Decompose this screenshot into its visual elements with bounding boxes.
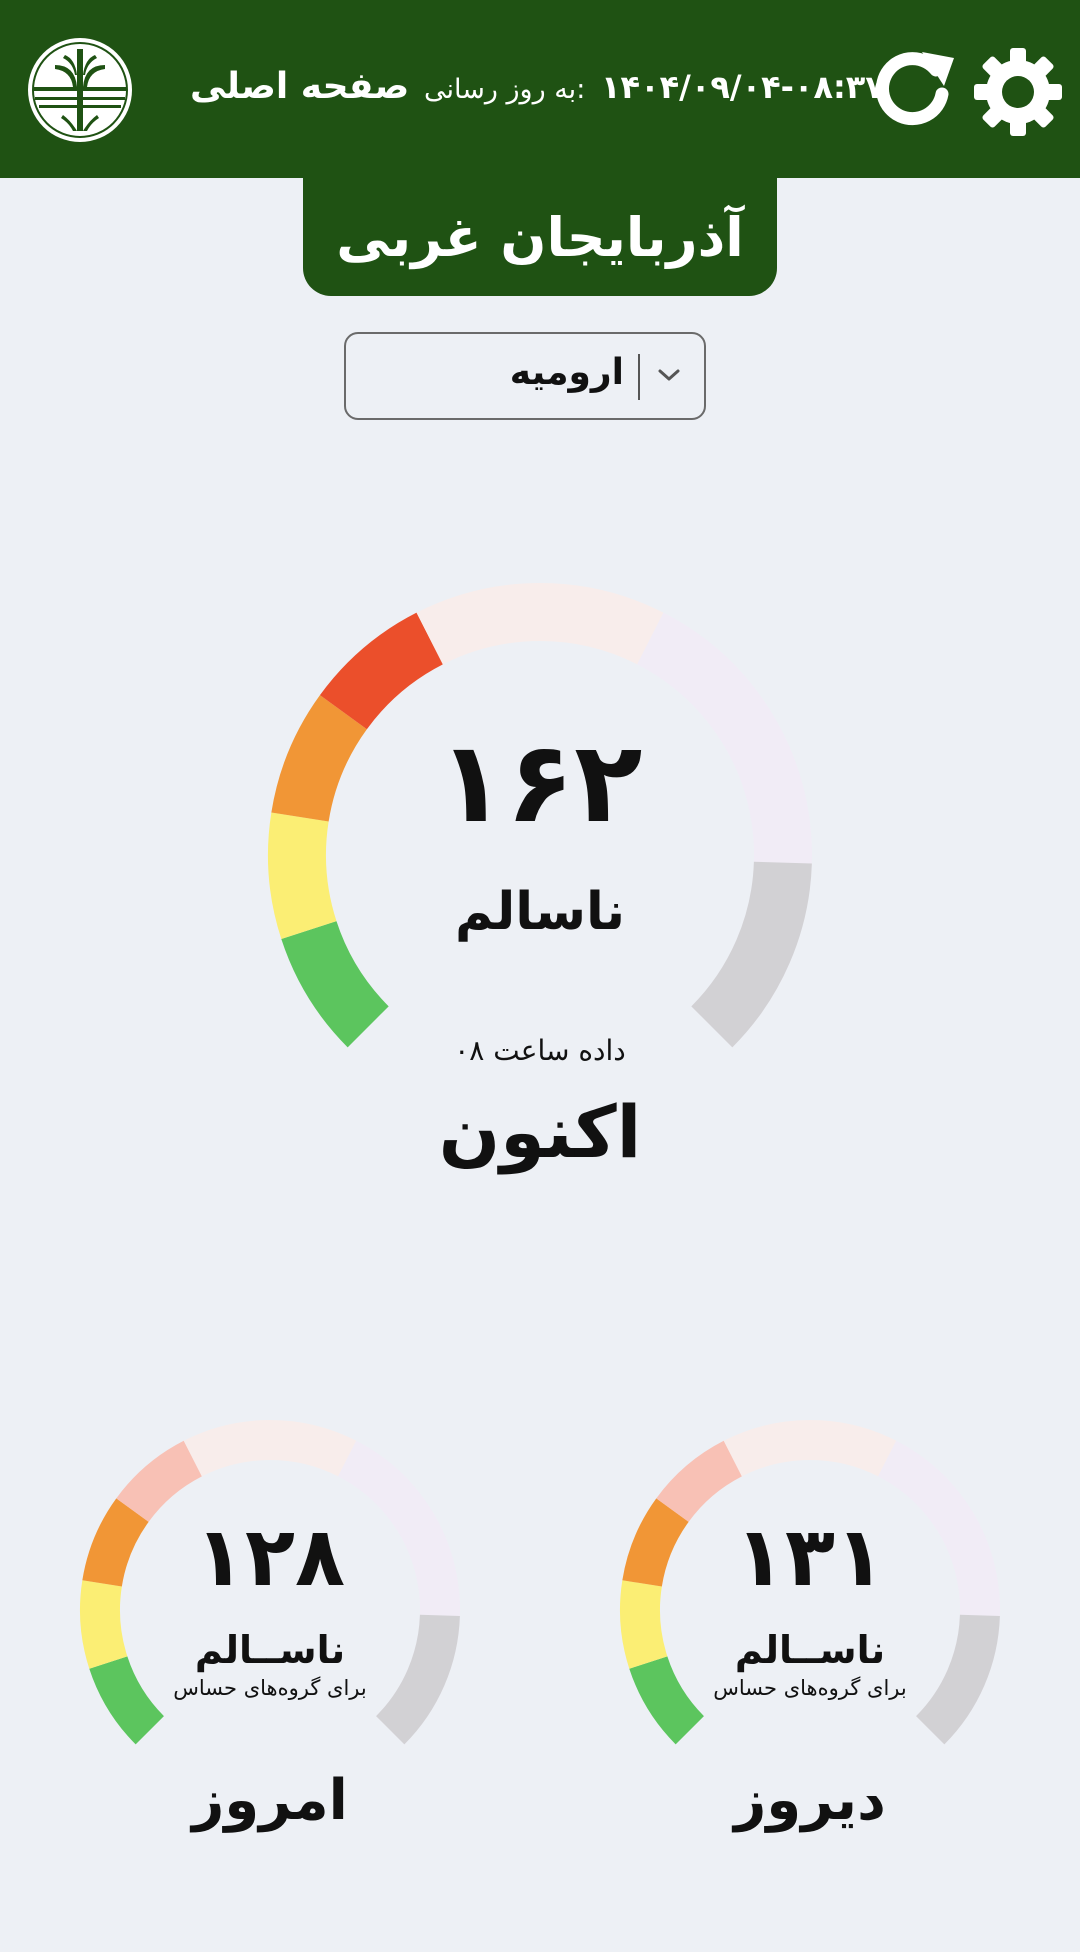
aqi-value-yesterday: ۱۳۱ bbox=[734, 1510, 886, 1605]
refresh-icon[interactable] bbox=[872, 48, 956, 132]
gauge-yesterday-band-moderate bbox=[620, 1580, 668, 1669]
gauge-yesterday-band-very-unhealthy bbox=[723, 1420, 897, 1477]
data-hour-note: داده ساعت ۰۸ bbox=[454, 1034, 626, 1067]
dropdown-divider bbox=[638, 354, 640, 400]
province-tab: آذربایجان غربی bbox=[303, 178, 777, 296]
chevron-down-icon bbox=[658, 369, 680, 381]
period-label-yesterday: دیروز bbox=[734, 1768, 886, 1833]
aqi-status-today: ناســالم bbox=[194, 1628, 346, 1672]
gauge-today-band-moderate bbox=[80, 1580, 128, 1669]
page-title: صفحه اصلی bbox=[190, 66, 410, 107]
aqi-value-today: ۱۲۸ bbox=[194, 1510, 346, 1605]
city-selected-value: ارومیه bbox=[509, 352, 624, 393]
gauge-now-band-unhealthy bbox=[319, 612, 444, 730]
aqi-value-now: ۱۶۲ bbox=[437, 718, 643, 848]
aqi-status-yesterday: ناســالم bbox=[734, 1628, 886, 1672]
updated-timestamp: ۱۴۰۴/۰۹/۰۴-۰۸:۳۷ bbox=[601, 68, 885, 106]
gauge-yesterday-band-unhealthy bbox=[656, 1440, 743, 1523]
aqi-status-now: ناسالم bbox=[454, 882, 625, 942]
gauge-now-band-sensitive bbox=[271, 695, 368, 823]
gear-icon[interactable] bbox=[972, 46, 1064, 138]
app-header: صفحه اصلی به روز رسانی: ۱۴۰۴/۰۹/۰۴-۰۸:۳۷ bbox=[0, 0, 1080, 178]
gauge-now-band-good bbox=[281, 920, 390, 1048]
city-dropdown[interactable]: ارومیه bbox=[344, 332, 706, 420]
aqi-sub-yesterday: برای گروه‌های حساس bbox=[713, 1676, 907, 1700]
gauge-today-band-unhealthy bbox=[116, 1440, 203, 1523]
gauge-today-band-very-unhealthy bbox=[183, 1420, 357, 1477]
gauge-now-band-very-unhealthy bbox=[416, 583, 664, 665]
period-label-today: امروز bbox=[192, 1768, 348, 1833]
gauge-now-band-moderate bbox=[268, 812, 337, 940]
environment-logo bbox=[28, 38, 132, 142]
updated-label: به روز رسانی: bbox=[424, 74, 586, 105]
aqi-sub-today: برای گروه‌های حساس bbox=[173, 1676, 367, 1700]
period-label-now: اکنون bbox=[438, 1090, 642, 1174]
